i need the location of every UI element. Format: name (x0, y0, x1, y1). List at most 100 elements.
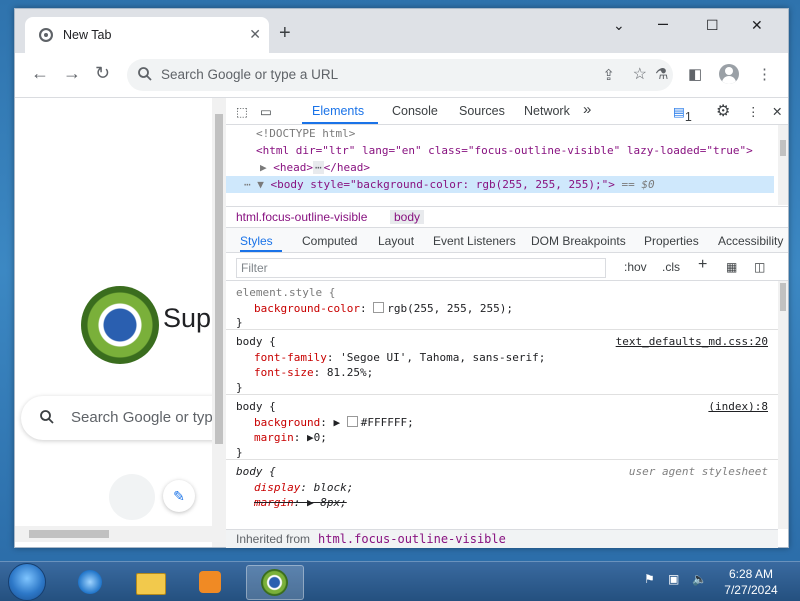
clock-time: 6:28 AM (728, 567, 774, 581)
decl-font-family[interactable]: font-family: 'Segoe UI', Tahoma, sans-se… (254, 350, 545, 366)
devtools-toolbar: ⬚ ▭ Elements Console Sources Network » ▤… (226, 98, 788, 125)
html-node[interactable]: <html dir="ltr" lang="en" class="focus-o… (256, 142, 753, 159)
tab-styles[interactable]: Styles (240, 234, 273, 248)
devtools-close-icon[interactable]: ✕ (772, 104, 782, 119)
forward-arrow-icon[interactable]: → (63, 63, 81, 83)
tab-new-tab[interactable]: New Tab ✕ (25, 17, 269, 53)
styles-scrollbar[interactable] (778, 281, 788, 529)
decl-margin[interactable]: margin: ▶0; (254, 430, 327, 446)
devtools-menu-icon[interactable]: ⋮ (747, 104, 760, 119)
rule-close: } (236, 381, 243, 394)
rule-close: } (236, 316, 243, 329)
tab-network[interactable]: Network (524, 104, 570, 118)
tab-console[interactable]: Console (392, 104, 438, 118)
network-icon[interactable]: ▣ (668, 572, 679, 586)
volume-muted-icon[interactable]: 🔈 (692, 572, 707, 586)
decl-font-size[interactable]: font-size: 81.25%; (254, 365, 373, 381)
head-node[interactable]: ▶ <head> ⋯ </head> (260, 159, 370, 176)
chrome-favicon-icon (39, 28, 53, 42)
maximize-icon[interactable]: ☐ (706, 17, 719, 34)
issues-count: 1 (684, 110, 692, 124)
ntp-search-placeholder: Search Google or type a URL (71, 409, 212, 426)
color-swatch[interactable] (346, 416, 358, 427)
new-tab-page: Supe Search Google or type a URL ✎ (15, 98, 212, 547)
breadcrumb-html[interactable]: html.focus-outline-visible (236, 210, 367, 224)
system-clock[interactable]: 6:28 AM 7/27/2024 (716, 566, 786, 598)
shortcut-tile[interactable] (109, 474, 155, 520)
rule-element-style: element.style { background-color: rgb(25… (226, 281, 778, 330)
body-node-selected[interactable]: ⋯ ▼ <body style="background-color: rgb(2… (226, 176, 774, 193)
omnibox-placeholder: Search Google or type a URL (161, 67, 339, 82)
dom-scrollbar[interactable] (778, 125, 788, 205)
file-explorer-icon[interactable] (122, 565, 178, 598)
tab-strip: New Tab ✕ + ⌄ – ☐ ✕ (15, 9, 788, 53)
tab-close-icon[interactable]: ✕ (249, 26, 261, 43)
chrome-taskbar-button[interactable] (246, 565, 304, 600)
tab-dom-breakpoints[interactable]: DOM Breakpoints (531, 234, 626, 248)
sidebar-toggle-icon[interactable]: ◫ (754, 260, 765, 274)
search-icon (40, 410, 54, 424)
internet-explorer-icon[interactable] (62, 565, 118, 598)
bookmark-star-icon[interactable]: ☆ (633, 64, 647, 84)
ntp-search-box[interactable]: Search Google or type a URL (21, 396, 212, 440)
issues-counter[interactable]: ▤ 1 (673, 104, 692, 124)
start-button[interactable] (8, 563, 46, 601)
close-window-icon[interactable]: ✕ (751, 17, 763, 34)
inherited-from-row: Inherited from html.focus-outline-visibl… (226, 529, 778, 548)
breadcrumb: html.focus-outline-visible body (226, 206, 788, 228)
inspect-element-icon[interactable]: ⬚ (236, 104, 248, 119)
reload-icon[interactable]: ↻ (95, 63, 110, 83)
selector-body: body { (236, 335, 276, 348)
styles-rules: element.style { background-color: rgb(25… (226, 281, 778, 529)
devtools-panel: ⬚ ▭ Elements Console Sources Network » ▤… (226, 98, 788, 548)
paint-icon[interactable]: ▦ (726, 260, 737, 274)
tab-search-chevron-icon[interactable]: ⌄ (613, 17, 625, 34)
tab-layout[interactable]: Layout (378, 234, 414, 248)
new-tab-button[interactable]: + (279, 23, 291, 43)
cls-toggle[interactable]: .cls (662, 260, 680, 274)
breadcrumb-body[interactable]: body (390, 210, 425, 224)
taskbar: ⚑ ▣ 🔈 6:28 AM 7/27/2024 (0, 561, 800, 601)
decl-background[interactable]: background: ▶ #FFFFFF; (254, 415, 414, 431)
hov-toggle[interactable]: :hov (624, 260, 647, 274)
customize-pencil-icon[interactable]: ✎ (163, 480, 195, 512)
decl-background-color[interactable]: background-color: rgb(255, 255, 255); (254, 301, 513, 317)
styles-filter-input[interactable]: Filter (236, 258, 606, 278)
tab-accessibility[interactable]: Accessibility (718, 234, 783, 248)
tab-title: New Tab (63, 28, 112, 42)
menu-kebab-icon[interactable]: ⋮ (757, 65, 772, 83)
inherited-selector[interactable]: html.focus-outline-visible (318, 532, 506, 546)
tab-computed[interactable]: Computed (302, 234, 357, 248)
settings-gear-icon[interactable]: ⚙ (716, 101, 730, 121)
source-link[interactable]: text_defaults_md.css:20 (616, 334, 768, 350)
user-agent-label: user agent stylesheet (628, 465, 768, 478)
chrome-logo (81, 286, 159, 364)
tab-sources[interactable]: Sources (459, 104, 505, 118)
action-center-flag-icon[interactable]: ⚑ (644, 572, 655, 586)
active-tab-indicator (302, 122, 378, 124)
doctype-line: <!DOCTYPE html> (256, 127, 356, 140)
more-panels-icon[interactable]: » (583, 101, 591, 118)
selector-body: body { (236, 400, 276, 413)
selector-body: body { (236, 465, 276, 478)
tab-elements[interactable]: Elements (312, 104, 364, 118)
selector-element-style: element.style { (236, 286, 336, 299)
share-icon[interactable]: ⇪ (602, 66, 615, 84)
omnibox[interactable]: Search Google or type a URL ⇪ ☆ (127, 59, 673, 91)
tab-event-listeners[interactable]: Event Listeners (433, 234, 516, 248)
new-rule-plus-icon[interactable]: + (698, 256, 707, 274)
media-player-icon[interactable] (182, 565, 238, 598)
rule-body-user-agent: body { user agent stylesheet display: bl… (226, 460, 778, 529)
source-link[interactable]: (index):8 (708, 399, 768, 415)
tab-properties[interactable]: Properties (644, 234, 699, 248)
page-vertical-scrollbar[interactable] (212, 98, 226, 547)
minimize-icon[interactable]: – (658, 13, 668, 34)
filter-placeholder: Filter (241, 261, 268, 275)
page-horizontal-scrollbar[interactable] (15, 526, 212, 542)
profile-avatar[interactable] (719, 64, 739, 84)
color-swatch[interactable] (373, 302, 385, 313)
extensions-icon[interactable]: ⚗ (655, 65, 668, 83)
side-panel-icon[interactable]: ◧ (688, 65, 702, 83)
back-arrow-icon[interactable]: ← (31, 63, 49, 83)
device-toolbar-icon[interactable]: ▭ (260, 104, 272, 119)
